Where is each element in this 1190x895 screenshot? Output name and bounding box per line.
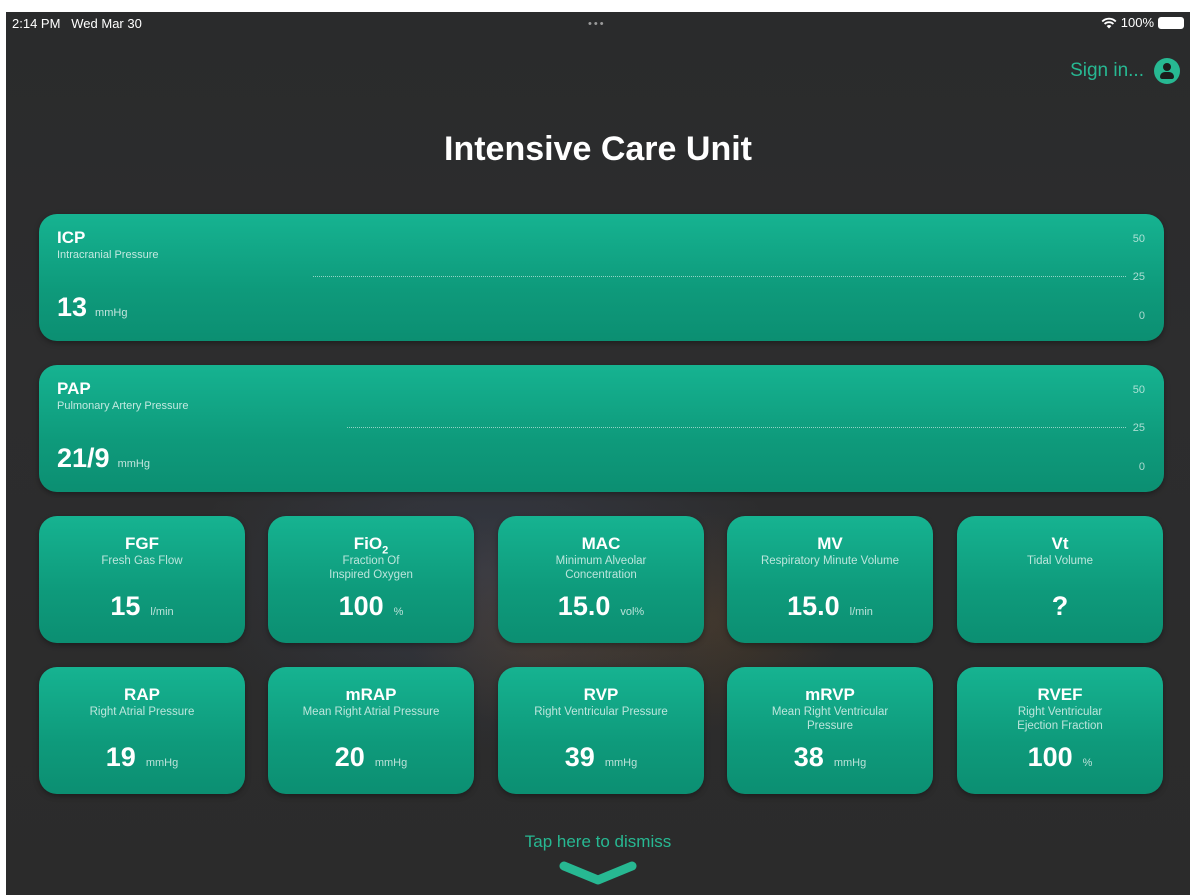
status-right: 100% bbox=[1101, 15, 1184, 30]
ipad-screen: 2:14 PM Wed Mar 30 ••• 100% Sign in... I… bbox=[6, 12, 1190, 895]
tile-value-row: 19 mmHg bbox=[39, 742, 245, 773]
tile-unit: mmHg bbox=[374, 757, 408, 769]
scale-min: 0 bbox=[1138, 461, 1145, 473]
tile-value: 19 bbox=[105, 742, 136, 772]
user-icon bbox=[1154, 58, 1180, 84]
multitasking-dots[interactable]: ••• bbox=[588, 18, 606, 30]
tile-unit: l/min bbox=[150, 606, 174, 618]
scale-mid: 25 bbox=[1132, 271, 1145, 283]
pap-unit: mmHg bbox=[117, 458, 150, 470]
tile-abbr: RAP bbox=[124, 685, 160, 704]
wifi-icon bbox=[1101, 17, 1117, 28]
mrvp-tile[interactable]: mRVP Mean Right Ventricular Pressure 38 m… bbox=[727, 667, 933, 794]
pap-card[interactable]: PAP Pulmonary Artery Pressure 21/9 mmHg 5… bbox=[39, 365, 1164, 492]
sign-in-button[interactable]: Sign in... bbox=[1070, 58, 1180, 84]
tile-value: ? bbox=[1051, 591, 1069, 621]
icp-unit: mmHg bbox=[95, 307, 128, 319]
tile-unit: l/min bbox=[849, 606, 873, 618]
rvef-tile[interactable]: RVEF Right Ventricular Ejection Fraction… bbox=[957, 667, 1163, 794]
vt-tile[interactable]: Vt Tidal Volume ? bbox=[957, 516, 1163, 643]
chevron-down-icon[interactable] bbox=[558, 858, 638, 888]
icp-card[interactable]: ICP Intracranial Pressure 13 mmHg 50 25 0 bbox=[39, 214, 1164, 341]
scale-max: 50 bbox=[1132, 384, 1145, 396]
icp-value-row: 13 mmHg bbox=[57, 292, 127, 323]
tile-label: Mean Right Atrial Pressure bbox=[302, 706, 440, 718]
tile-label: Fraction Of Inspired Oxygen bbox=[329, 555, 413, 581]
tile-label: Minimum Alveolar Concentration bbox=[555, 555, 647, 581]
tile-label: Right Atrial Pressure bbox=[89, 706, 195, 718]
tile-value-row: 100% bbox=[268, 591, 474, 622]
tile-value: 100 bbox=[338, 591, 384, 621]
tile-abbr: mRVP bbox=[805, 685, 855, 704]
tile-value-row: 15.0 l/min bbox=[727, 591, 933, 622]
tile-label: Mean Right Ventricular Pressure bbox=[771, 706, 889, 732]
tile-value-row: 20 mmHg bbox=[268, 742, 474, 773]
tile-abbr: RVEF bbox=[1037, 685, 1083, 704]
tile-label: Tidal Volume bbox=[1026, 555, 1094, 567]
mrap-tile[interactable]: mRAP Mean Right Atrial Pressure 20 mmHg bbox=[268, 667, 474, 794]
fio2-tile[interactable]: FiO2 Fraction Of Inspired Oxygen 100% bbox=[268, 516, 474, 643]
tile-abbr: MAC bbox=[581, 534, 621, 553]
tile-label: Right Ventricular Ejection Fraction bbox=[1017, 706, 1103, 732]
fgf-tile[interactable]: FGF Fresh Gas Flow 15 l/min bbox=[39, 516, 245, 643]
tile-value: 15 bbox=[110, 591, 141, 621]
mac-tile[interactable]: MAC Minimum Alveolar Concentration 15.0 v… bbox=[498, 516, 704, 643]
tile-value-row: ? bbox=[957, 591, 1163, 622]
tile-abbr: Vt bbox=[1051, 534, 1069, 553]
scale-mid: 25 bbox=[1132, 422, 1145, 434]
icp-label: Intracranial Pressure bbox=[57, 249, 159, 261]
pap-label: Pulmonary Artery Pressure bbox=[57, 400, 189, 412]
page-title: Intensive Care Unit bbox=[444, 130, 752, 168]
tile-abbr: MV bbox=[817, 534, 843, 553]
scale-max: 50 bbox=[1132, 233, 1145, 245]
scale-min: 0 bbox=[1138, 310, 1145, 322]
tile-value-row: 15.0 vol% bbox=[498, 591, 704, 622]
pap-abbr: PAP bbox=[57, 379, 91, 398]
tile-value-row: 38 mmHg bbox=[727, 742, 933, 773]
tile-abbr: mRAP bbox=[345, 685, 397, 704]
tile-label: Right Ventricular Pressure bbox=[534, 706, 668, 718]
battery-icon bbox=[1158, 16, 1184, 29]
tile-value-row: 39 mmHg bbox=[498, 742, 704, 773]
sign-in-label: Sign in... bbox=[1070, 60, 1144, 81]
rap-tile[interactable]: RAP Right Atrial Pressure 19 mmHg bbox=[39, 667, 245, 794]
tile-label: Respiratory Minute Volume bbox=[760, 555, 900, 567]
dismiss-button[interactable]: Tap here to dismiss bbox=[6, 832, 1190, 852]
tile-abbr: FGF bbox=[125, 534, 159, 553]
tile-value: 38 bbox=[793, 742, 824, 772]
tile-value: 15.0 bbox=[557, 591, 611, 621]
tile-unit: mmHg bbox=[604, 757, 638, 769]
tile-value: 15.0 bbox=[787, 591, 840, 621]
tile-value-row: 100% bbox=[957, 742, 1163, 773]
threshold-line bbox=[313, 276, 1126, 277]
icp-value: 13 bbox=[57, 292, 88, 322]
tile-unit: % bbox=[1082, 757, 1093, 769]
mv-tile[interactable]: MV Respiratory Minute Volume 15.0 l/min bbox=[727, 516, 933, 643]
tile-value-row: 15 l/min bbox=[39, 591, 245, 622]
threshold-line bbox=[347, 427, 1126, 428]
tile-abbr: RVP bbox=[583, 685, 619, 704]
rvp-tile[interactable]: RVP Right Ventricular Pressure 39 mmHg bbox=[498, 667, 704, 794]
tile-unit: vol% bbox=[620, 606, 645, 618]
tile-value: 39 bbox=[564, 742, 595, 772]
pap-value: 21/9 bbox=[57, 443, 110, 473]
status-time: 2:14 PM Wed Mar 30 bbox=[12, 16, 142, 31]
tile-value: 100 bbox=[1027, 742, 1073, 772]
tile-label: Fresh Gas Flow bbox=[101, 555, 183, 567]
icp-abbr: ICP bbox=[57, 228, 86, 247]
pap-value-row: 21/9 mmHg bbox=[57, 443, 150, 474]
tile-unit: % bbox=[393, 606, 404, 618]
tile-unit: mmHg bbox=[833, 757, 867, 769]
tile-value: 20 bbox=[334, 742, 365, 772]
tile-unit: mmHg bbox=[145, 757, 179, 769]
battery-percent: 100% bbox=[1120, 15, 1154, 30]
